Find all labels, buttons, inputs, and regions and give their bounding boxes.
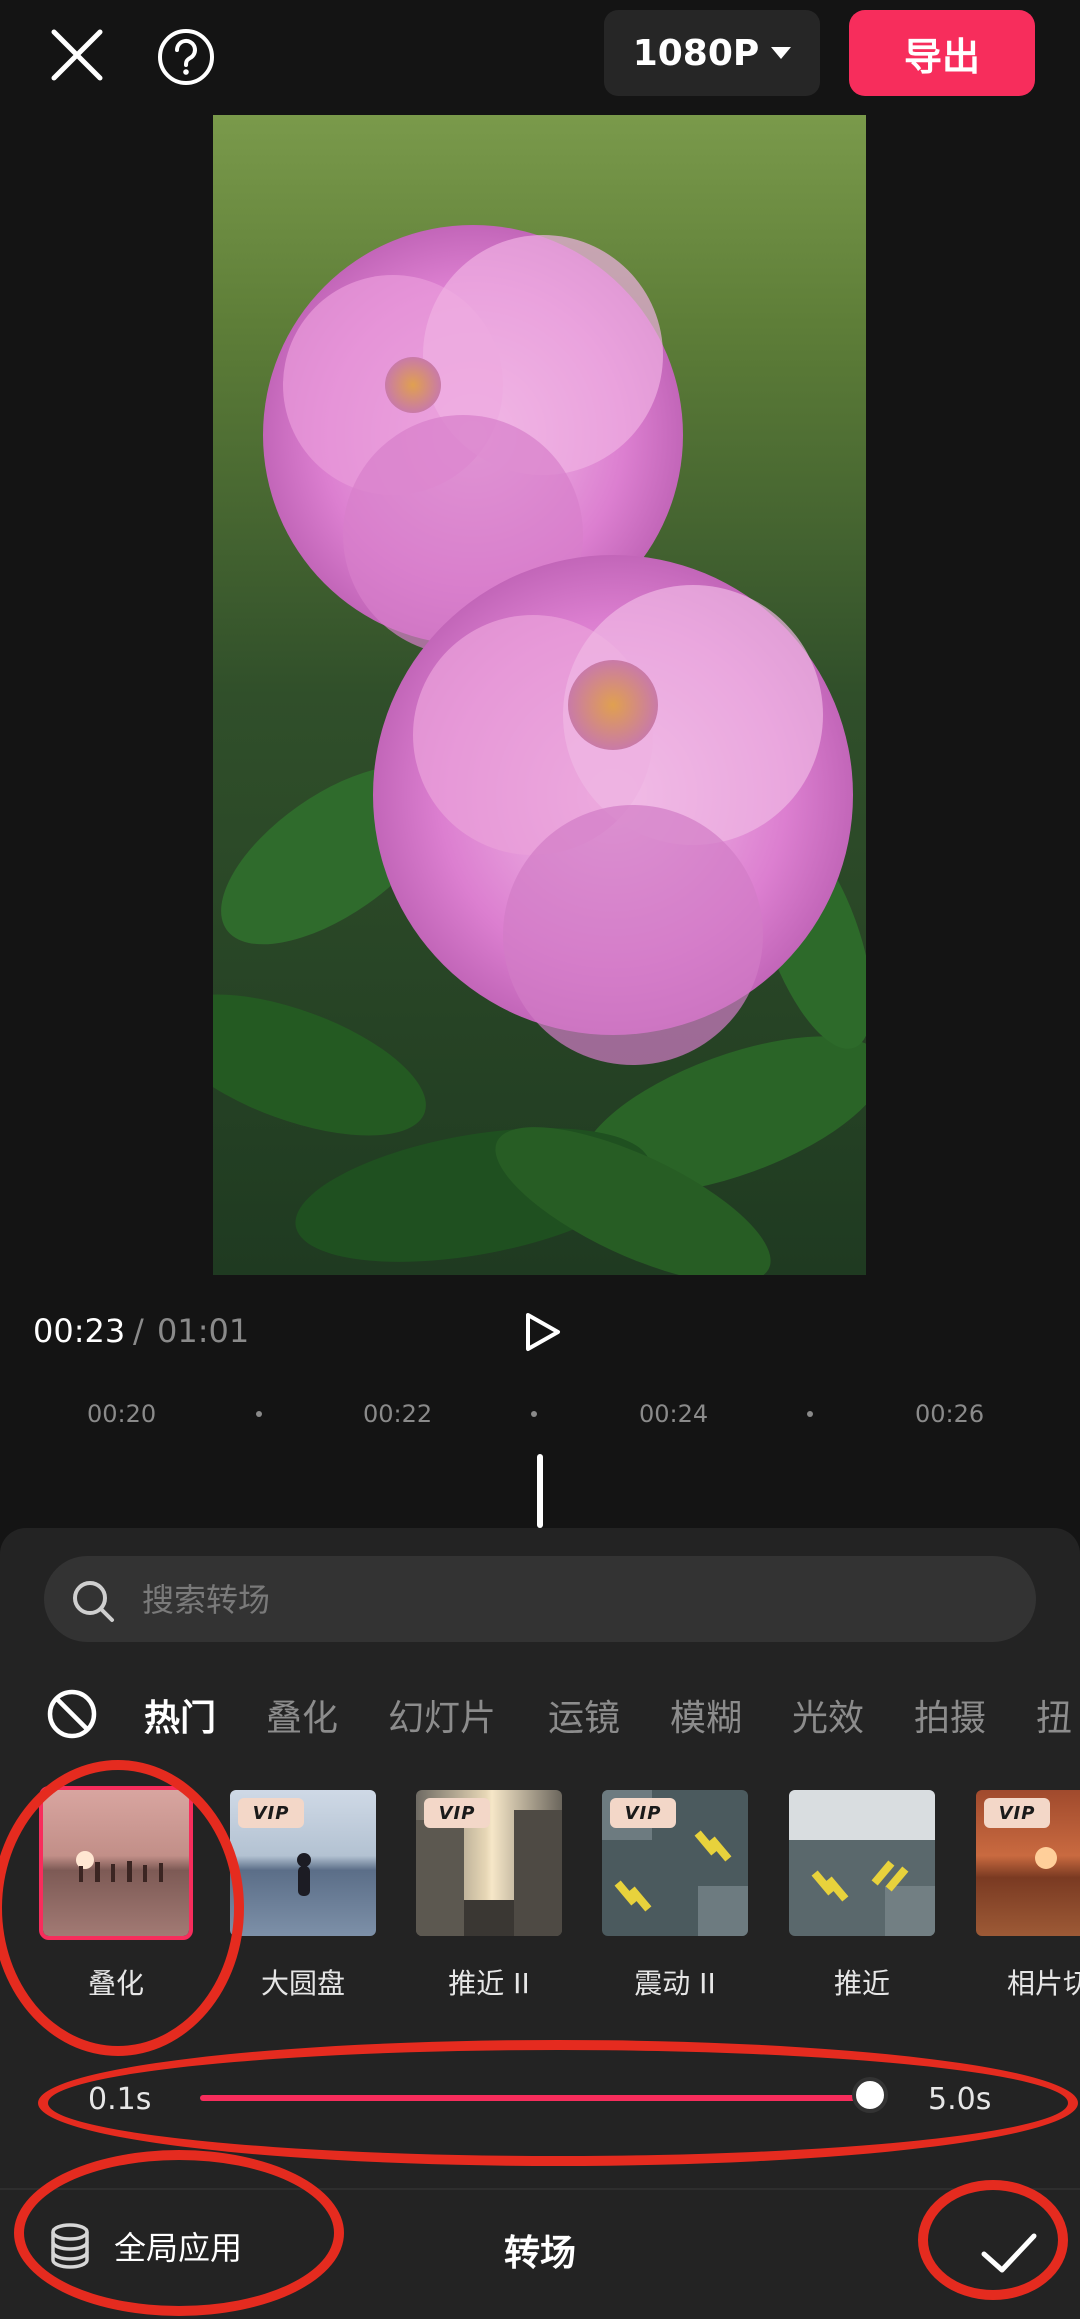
transition-label: 震动 II bbox=[634, 1967, 716, 2000]
transition-label: 大圆盘 bbox=[260, 1967, 345, 2000]
tab-distort[interactable]: 扭 bbox=[1036, 1689, 1072, 1741]
search-input[interactable] bbox=[140, 1556, 944, 1644]
close-icon bbox=[51, 29, 103, 81]
close-button[interactable] bbox=[42, 20, 112, 90]
export-label: 导出 bbox=[903, 34, 980, 79]
tab-camera-movement[interactable]: 运镜 bbox=[548, 1689, 620, 1741]
vip-badge: VIP bbox=[984, 1798, 1050, 1828]
caret-down-icon bbox=[771, 47, 792, 59]
transition-thumb-push-in[interactable] bbox=[789, 1790, 935, 1936]
transition-thumb-shake-2[interactable]: VIP bbox=[602, 1790, 748, 1936]
tab-hot[interactable]: 热门 bbox=[144, 1689, 216, 1741]
resolution-dropdown[interactable]: 1080P bbox=[604, 10, 820, 96]
tab-light-effects[interactable]: 光效 bbox=[792, 1689, 864, 1741]
play-button[interactable] bbox=[520, 1310, 564, 1354]
vip-badge: VIP bbox=[424, 1798, 490, 1828]
transition-thumb-photo-cut[interactable]: VIP bbox=[976, 1790, 1080, 1936]
timeline-tick: 00:26 bbox=[915, 1400, 985, 1428]
transition-label: 相片切 bbox=[1006, 1967, 1080, 2000]
timeline-tick: 00:20 bbox=[87, 1400, 157, 1428]
total-time: 01:01 bbox=[157, 1312, 250, 1350]
timeline-tick: 00:22 bbox=[363, 1400, 433, 1428]
resolution-label: 1080P bbox=[632, 32, 760, 74]
timeline-dot bbox=[807, 1411, 813, 1417]
export-button[interactable]: 导出 bbox=[849, 10, 1035, 96]
play-icon bbox=[526, 1313, 560, 1351]
tab-slideshow[interactable]: 幻灯片 bbox=[388, 1689, 496, 1741]
transition-label: 推近 II bbox=[448, 1967, 530, 2000]
help-icon bbox=[158, 29, 214, 85]
annotation-circle-dissolve bbox=[0, 1760, 244, 2056]
peony-flower-image bbox=[213, 225, 866, 1275]
no-transition-icon[interactable] bbox=[46, 1688, 98, 1740]
annotation-circle-confirm bbox=[918, 2180, 1068, 2300]
playhead[interactable] bbox=[537, 1454, 543, 1528]
timeline-dot bbox=[256, 1411, 262, 1417]
search-icon bbox=[70, 1578, 116, 1624]
video-preview[interactable] bbox=[213, 115, 866, 1275]
annotation-ellipse-apply-all bbox=[14, 2150, 344, 2316]
transition-label: 推近 bbox=[833, 1967, 890, 2000]
vip-badge: VIP bbox=[238, 1798, 304, 1828]
vip-badge: VIP bbox=[610, 1798, 676, 1828]
tab-blur[interactable]: 模糊 bbox=[670, 1689, 742, 1741]
annotation-ellipse-slider bbox=[38, 2040, 1078, 2166]
current-time: 00:23 bbox=[33, 1312, 126, 1350]
tab-dissolve[interactable]: 叠化 bbox=[266, 1689, 338, 1741]
help-button[interactable] bbox=[155, 26, 217, 88]
transition-thumb-push-in-2[interactable]: VIP bbox=[416, 1790, 562, 1936]
timeline-dot bbox=[531, 1411, 537, 1417]
timeline-tick: 00:24 bbox=[639, 1400, 709, 1428]
transition-thumb-big-disc[interactable]: VIP bbox=[230, 1790, 376, 1936]
time-separator: / bbox=[133, 1312, 144, 1350]
crosswalk-aerial-image bbox=[789, 1790, 935, 1936]
tab-shooting[interactable]: 拍摄 bbox=[914, 1689, 986, 1741]
